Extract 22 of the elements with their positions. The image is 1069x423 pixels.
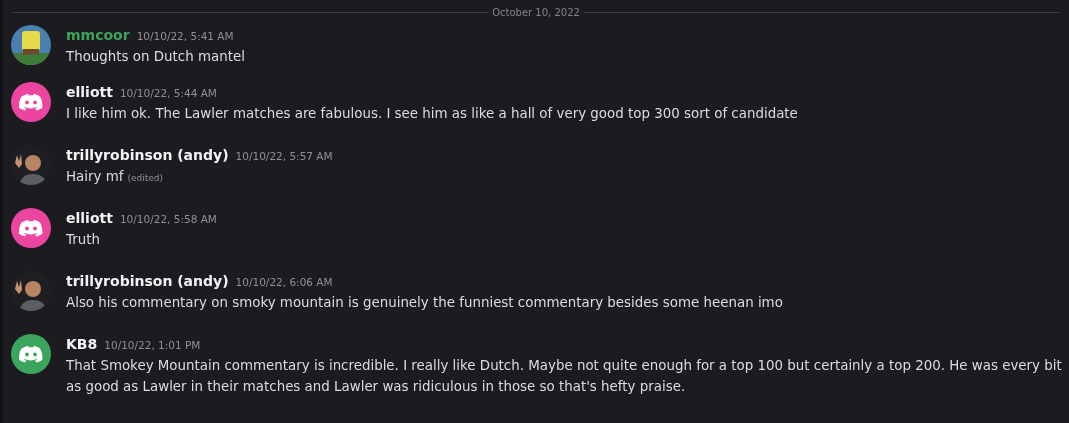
timestamp: 10/10/22, 5:58 AM [119,212,217,227]
timestamp: 10/10/22, 5:44 AM [119,86,217,101]
timestamp: 10/10/22, 5:41 AM [136,29,234,44]
user-avatar-icon[interactable] [11,82,51,122]
timestamp: 10/10/22, 5:57 AM [235,149,333,164]
username[interactable]: mmcoor [66,25,130,45]
username[interactable]: elliott [66,82,113,102]
message-text: Hairy mf [66,169,124,184]
edited-label: (edited) [127,173,163,183]
message-text: Truth [66,232,100,247]
username[interactable]: trillyrobinson (andy) [66,271,229,291]
message-text: That Smokey Mountain commentary is incredible. I really like Dutch. Maybe not quite enough for a top 100 but certainly a top 200. He was every bit as good as Lawler in their matches and Lawler was ridiculous in those so that's hefty praise. [66,358,1062,394]
user-avatar-icon[interactable] [11,208,51,248]
message-text: I like him ok. The Lawler matches are fabulous. I see him as like a hall of very good top 300 sort of candidate [66,106,798,121]
username[interactable]: trillyrobinson (andy) [66,145,229,165]
message-text: Thoughts on Dutch mantel [66,49,245,64]
timestamp: 10/10/22, 6:06 AM [235,275,333,290]
message-text: Also his commentary on smoky mountain is genuinely the funniest commentary besides some heenan imo [66,295,783,310]
user-avatar-icon[interactable] [11,334,51,374]
username[interactable]: elliott [66,208,113,228]
timestamp: 10/10/22, 1:01 PM [104,338,201,353]
username[interactable]: KB8 [66,334,98,354]
